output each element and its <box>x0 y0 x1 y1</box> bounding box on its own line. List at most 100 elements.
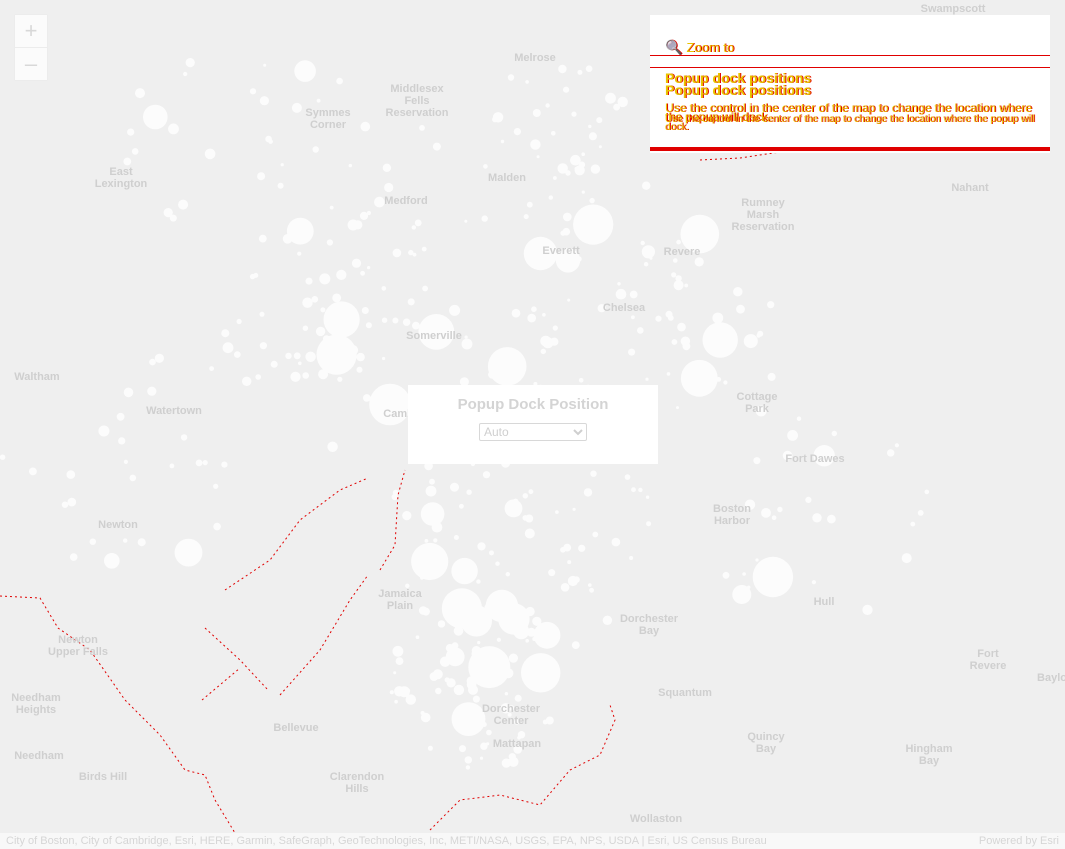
map-point[interactable] <box>312 146 319 153</box>
map-point[interactable] <box>477 542 486 551</box>
map-point[interactable] <box>613 103 620 111</box>
map-point[interactable] <box>367 266 371 270</box>
map-point[interactable] <box>505 572 510 577</box>
map-point[interactable] <box>771 515 777 520</box>
map-point[interactable] <box>572 507 576 511</box>
map-point[interactable] <box>495 561 500 566</box>
map-point[interactable] <box>477 641 481 645</box>
map-point[interactable] <box>427 745 433 751</box>
map-point[interactable] <box>673 258 678 263</box>
map-point[interactable] <box>408 249 414 256</box>
map-point[interactable] <box>366 210 371 216</box>
map-point[interactable] <box>733 287 743 297</box>
map-point[interactable] <box>589 197 595 204</box>
map-point[interactable] <box>98 425 110 437</box>
map-point[interactable] <box>395 657 404 665</box>
map-point[interactable] <box>628 348 636 356</box>
map-point[interactable] <box>511 308 521 318</box>
map-point[interactable] <box>694 257 704 267</box>
map-point[interactable] <box>202 460 208 466</box>
map-point[interactable] <box>811 580 817 585</box>
map-point[interactable] <box>420 576 424 580</box>
map-point[interactable] <box>259 342 267 350</box>
map-point[interactable] <box>702 322 738 358</box>
map-point[interactable] <box>743 334 758 349</box>
map-point[interactable] <box>392 317 399 324</box>
map-point[interactable] <box>667 315 674 321</box>
map-point[interactable] <box>402 510 412 521</box>
map-point[interactable] <box>255 374 261 380</box>
map-point[interactable] <box>540 348 546 355</box>
map-point[interactable] <box>459 503 464 509</box>
map-point[interactable] <box>486 742 490 746</box>
map-point[interactable] <box>767 301 775 309</box>
map-point[interactable] <box>464 219 468 223</box>
map-point[interactable] <box>464 568 468 572</box>
map-point[interactable] <box>392 248 402 258</box>
map-point[interactable] <box>671 272 677 278</box>
map-point[interactable] <box>405 694 416 705</box>
map-point[interactable] <box>583 488 593 497</box>
map-point[interactable] <box>222 342 234 354</box>
map-point[interactable] <box>757 330 764 337</box>
map-point[interactable] <box>291 102 302 113</box>
map-point[interactable] <box>472 715 478 721</box>
map-point[interactable] <box>285 352 292 360</box>
map-point[interactable] <box>503 668 514 679</box>
map-point[interactable] <box>323 301 360 338</box>
map-point[interactable] <box>439 656 451 667</box>
map-point[interactable] <box>127 128 135 136</box>
map-point[interactable] <box>571 111 577 117</box>
map-point[interactable] <box>753 457 761 465</box>
map-point[interactable] <box>265 135 272 143</box>
map-point[interactable] <box>360 270 365 276</box>
map-point[interactable] <box>336 77 343 85</box>
map-point[interactable] <box>66 470 76 479</box>
map-point[interactable] <box>318 369 329 380</box>
map-point[interactable] <box>433 538 438 543</box>
zoom-to-action[interactable]: 🔍 Zoom to <box>665 39 734 56</box>
map-point[interactable] <box>507 74 515 81</box>
map-point[interactable] <box>525 659 533 668</box>
map-point[interactable] <box>508 653 518 663</box>
map-point[interactable] <box>624 474 631 480</box>
map-point[interactable] <box>722 571 730 579</box>
zoom-out-button[interactable]: – <box>15 47 47 80</box>
map-point[interactable] <box>777 506 783 513</box>
map-point[interactable] <box>567 575 579 587</box>
map-point[interactable] <box>435 687 442 695</box>
map-point[interactable] <box>581 152 585 156</box>
map-point[interactable] <box>163 208 173 218</box>
map-point[interactable] <box>382 356 386 361</box>
map-point[interactable] <box>444 607 451 614</box>
map-point[interactable] <box>761 508 771 518</box>
map-point[interactable] <box>348 163 352 168</box>
map-point[interactable] <box>767 372 776 381</box>
map-point[interactable] <box>298 361 302 366</box>
map-point[interactable] <box>407 298 415 306</box>
map-point[interactable] <box>429 672 439 681</box>
map-point[interactable] <box>29 467 37 476</box>
map-point[interactable] <box>637 327 644 334</box>
map-point[interactable] <box>513 128 522 136</box>
zoom-in-button[interactable]: + <box>15 15 47 47</box>
map-point[interactable] <box>361 307 369 314</box>
map-point[interactable] <box>116 412 125 421</box>
map-point[interactable] <box>242 376 252 386</box>
map-point[interactable] <box>605 92 616 104</box>
map-point[interactable] <box>540 335 552 347</box>
map-point[interactable] <box>676 406 679 410</box>
map-point[interactable] <box>123 157 132 166</box>
map-point[interactable] <box>236 318 242 325</box>
map-point[interactable] <box>61 501 69 508</box>
map-point[interactable] <box>185 58 195 68</box>
map-point[interactable] <box>640 240 645 246</box>
map-point[interactable] <box>504 692 509 696</box>
map-point[interactable] <box>525 639 529 643</box>
map-point[interactable] <box>474 672 481 679</box>
map-point[interactable] <box>412 321 420 330</box>
map-point[interactable] <box>532 109 541 117</box>
map-point[interactable] <box>326 342 331 347</box>
map-point[interactable] <box>302 372 310 379</box>
map-point[interactable] <box>492 116 498 123</box>
